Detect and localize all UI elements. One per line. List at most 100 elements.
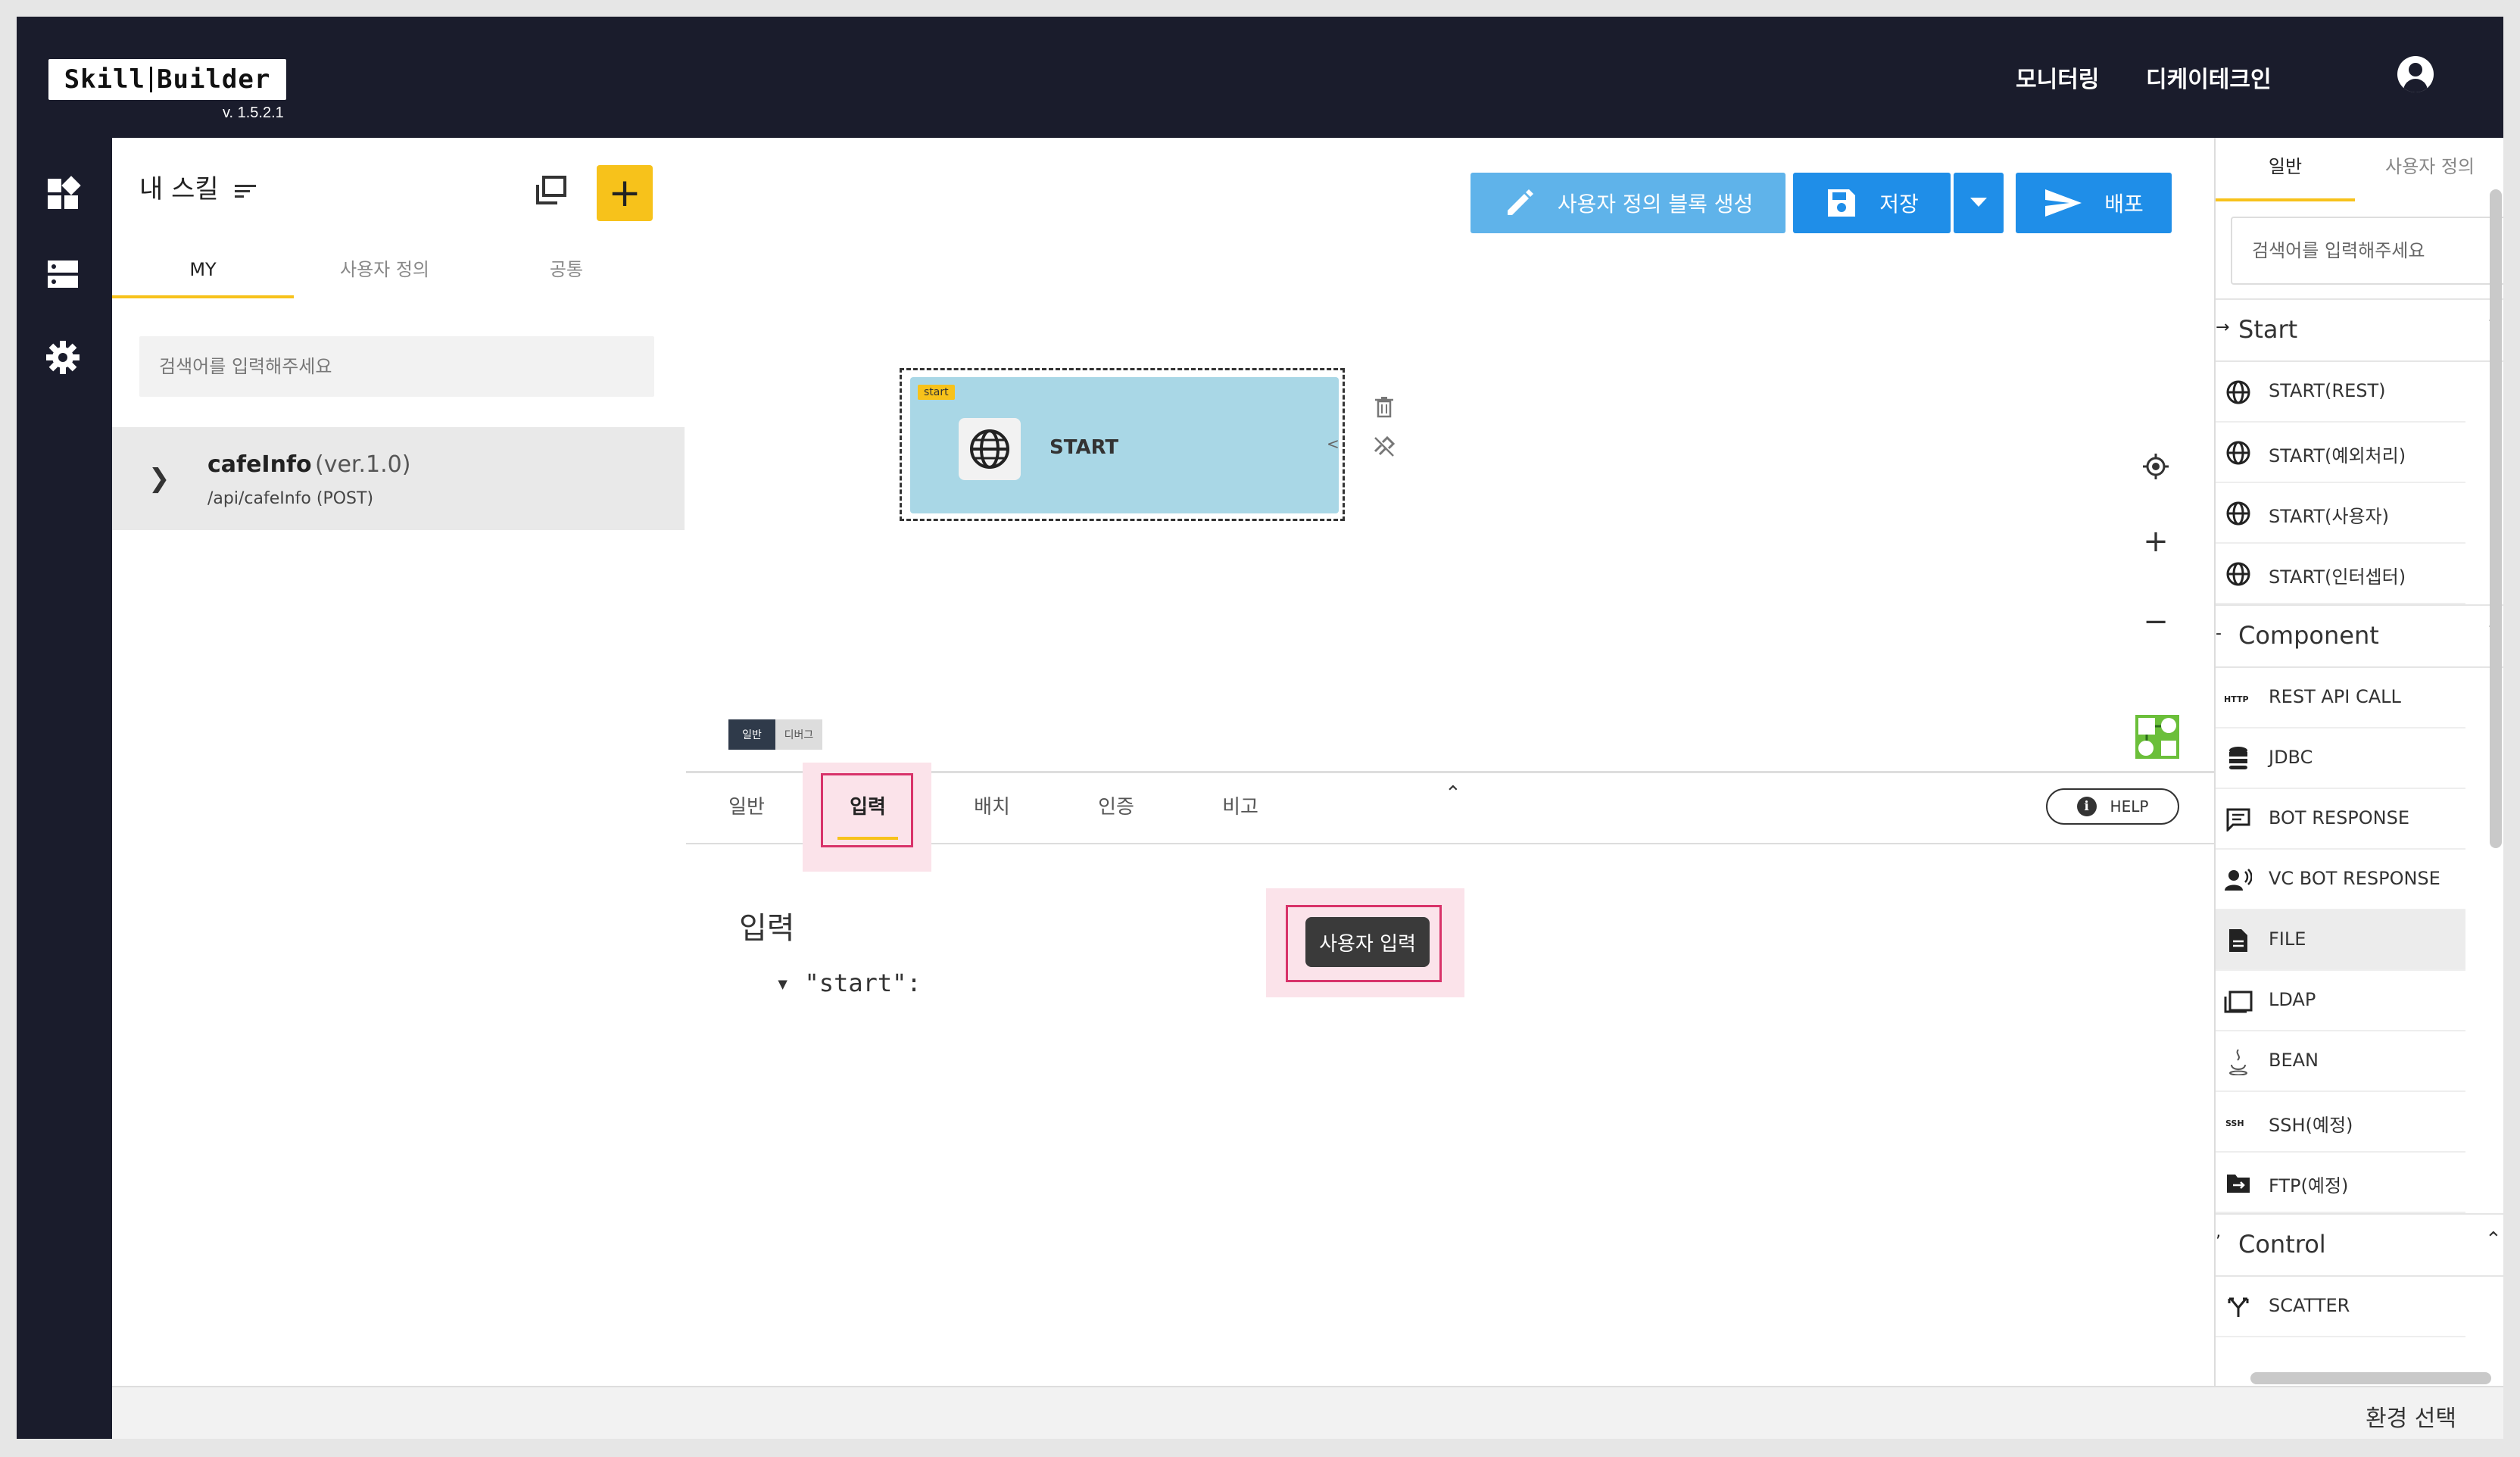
- palette-item[interactable]: SCATTER: [2216, 1277, 2465, 1337]
- user-avatar-icon[interactable]: [2397, 56, 2434, 92]
- tab-custom[interactable]: 사용자 정의: [294, 245, 476, 295]
- status-bar: 환경 선택: [112, 1386, 2503, 1439]
- palette-category-control[interactable]: ’ Control ⌃: [2216, 1213, 2503, 1277]
- flow-canvas[interactable]: 사용자 정의 블록 생성 저장 배포 start START < + − 일반 …: [686, 138, 2214, 771]
- collapse-caret-icon[interactable]: ⌃: [2485, 1228, 2502, 1251]
- palette-item[interactable]: START(인터셉터): [2216, 544, 2465, 604]
- palette-horizontal-scrollbar[interactable]: [2250, 1372, 2491, 1384]
- globe-icon: [2223, 498, 2253, 529]
- nav-monitoring-link[interactable]: 모니터링: [2016, 61, 2099, 94]
- voice-icon: [2223, 865, 2253, 895]
- send-icon: [2045, 189, 2082, 217]
- palette-item-label: START(인터셉터): [2269, 566, 2406, 588]
- left-rail: [17, 138, 112, 1439]
- palette-item[interactable]: FILE: [2216, 910, 2465, 971]
- palette-category-start[interactable]: →Start⌃: [2216, 298, 2503, 362]
- dashboard-icon[interactable]: [45, 176, 81, 212]
- tab-remark[interactable]: 비고: [1195, 791, 1286, 819]
- help-button[interactable]: i HELP: [2046, 788, 2179, 825]
- tab-palette-general[interactable]: 일반: [2216, 138, 2355, 201]
- save-button[interactable]: 저장: [1793, 173, 1951, 233]
- settings-gear-icon[interactable]: [45, 339, 81, 376]
- folders-icon: [2223, 986, 2253, 1016]
- add-skill-button[interactable]: +: [597, 165, 653, 221]
- palette-vertical-scrollbar[interactable]: [2490, 189, 2502, 848]
- user-input-button[interactable]: 사용자 입력: [1305, 917, 1430, 967]
- help-label: HELP: [2110, 797, 2149, 816]
- palette-item-label: LDAP: [2269, 989, 2316, 1010]
- active-tab-underline: [837, 837, 898, 840]
- zoom-out-button[interactable]: −: [2133, 604, 2178, 639]
- zoom-controls: + −: [2133, 448, 2178, 703]
- palette-item[interactable]: START(예외처리): [2216, 423, 2465, 483]
- palette-search-input[interactable]: [2231, 217, 2503, 285]
- palette-item[interactable]: SSH SSH(예정): [2216, 1092, 2465, 1153]
- json-tree-node[interactable]: ▾ "start":: [775, 969, 922, 997]
- minimap-icon[interactable]: [2135, 715, 2179, 759]
- expand-chevron-icon[interactable]: ❯: [148, 463, 170, 494]
- palette-item[interactable]: START(REST): [2216, 362, 2465, 423]
- palette-item[interactable]: LDAP: [2216, 971, 2465, 1031]
- palette-category-component[interactable]: ‐Component⌃: [2216, 604, 2503, 668]
- start-node[interactable]: start START <: [910, 377, 1340, 513]
- palette-item[interactable]: BOT RESPONSE: [2216, 789, 2465, 850]
- tab-palette-custom[interactable]: 사용자 정의: [2355, 138, 2503, 198]
- create-custom-block-button[interactable]: 사용자 정의 블록 생성: [1471, 173, 1786, 233]
- palette-item[interactable]: BEAN: [2216, 1031, 2465, 1092]
- trash-icon[interactable]: [1374, 395, 1395, 420]
- category-marker: →: [2216, 318, 2230, 337]
- create-custom-block-label: 사용자 정의 블록 생성: [1557, 192, 1754, 217]
- file-icon: [2223, 925, 2253, 956]
- duplicate-icon[interactable]: [532, 171, 571, 211]
- palette-item-label: VC BOT RESPONSE: [2269, 868, 2440, 889]
- center-target-icon[interactable]: [2142, 453, 2169, 480]
- palette-item-label: BOT RESPONSE: [2269, 807, 2410, 828]
- folder-icon: [2223, 1168, 2253, 1198]
- palette-list: → Start ⌃ START(REST) START(예외처리) START(사용자) S…: [2216, 298, 2503, 1366]
- app-window: Skill Builder v. 1.5.2.1 모니터링 디케이테크인 내 스…: [17, 17, 2503, 1439]
- node-output-port[interactable]: <: [1327, 435, 1340, 453]
- link-off-icon[interactable]: [1372, 435, 1396, 459]
- logo-word-builder: Builder: [157, 64, 271, 95]
- sort-icon[interactable]: [235, 182, 257, 200]
- properties-tabs: 일반 입력 배치 인증 비고 ⌃ i HELP: [686, 763, 2214, 872]
- tab-batch[interactable]: 배치: [947, 791, 1037, 819]
- mode-debug[interactable]: 디버그: [775, 719, 822, 750]
- skill-panel: 내 스킬 + MY 사용자 정의 공통 ❯ cafeInfo (ver.1.0)…: [112, 138, 688, 1402]
- http-icon: HTTP: [2223, 683, 2253, 713]
- palette-item-label: FILE: [2269, 928, 2306, 950]
- palette-item-label: JDBC: [2269, 747, 2313, 768]
- tab-common[interactable]: 공통: [476, 245, 657, 295]
- save-options-dropdown[interactable]: [1954, 173, 2004, 233]
- tab-my[interactable]: MY: [112, 245, 294, 298]
- palette-item[interactable]: START(사용자): [2216, 483, 2465, 544]
- collapse-panel-icon[interactable]: ⌃: [1445, 782, 1461, 805]
- save-label: 저장: [1879, 192, 1919, 217]
- category-label: Component: [2238, 621, 2379, 650]
- skill-list-item[interactable]: ❯ cafeInfo (ver.1.0) /api/cafeInfo (POST…: [112, 427, 685, 530]
- plus-icon: +: [608, 170, 641, 216]
- mode-toggle[interactable]: 일반 디버그: [728, 719, 822, 750]
- save-disk-icon: [1828, 189, 1856, 217]
- nav-company-link[interactable]: 디케이테크인: [2146, 61, 2272, 94]
- tab-auth[interactable]: 인증: [1071, 791, 1162, 819]
- scatter-icon: [2223, 1292, 2253, 1322]
- database-icon: [2223, 744, 2253, 774]
- app-version: v. 1.5.2.1: [223, 105, 284, 121]
- skill-search-input[interactable]: [139, 336, 654, 397]
- deploy-button[interactable]: 배포: [2016, 173, 2172, 233]
- mode-normal[interactable]: 일반: [728, 719, 775, 750]
- environment-select[interactable]: 환경 선택: [2366, 1399, 2456, 1433]
- skill-name: cafeInfo: [207, 451, 312, 478]
- palette-item[interactable]: JDBC: [2216, 728, 2465, 789]
- server-list-icon[interactable]: [45, 256, 81, 292]
- zoom-in-button[interactable]: +: [2133, 524, 2178, 559]
- palette-item[interactable]: FTP(예정): [2216, 1153, 2465, 1213]
- caret-down-icon: [1970, 198, 1987, 207]
- tab-general[interactable]: 일반: [701, 791, 792, 819]
- palette-item[interactable]: HTTP REST API CALL: [2216, 668, 2465, 728]
- app-logo[interactable]: Skill Builder: [48, 59, 286, 100]
- globe-icon: [2223, 438, 2253, 468]
- palette-item[interactable]: VC BOT RESPONSE: [2216, 850, 2465, 910]
- deploy-label: 배포: [2104, 192, 2144, 217]
